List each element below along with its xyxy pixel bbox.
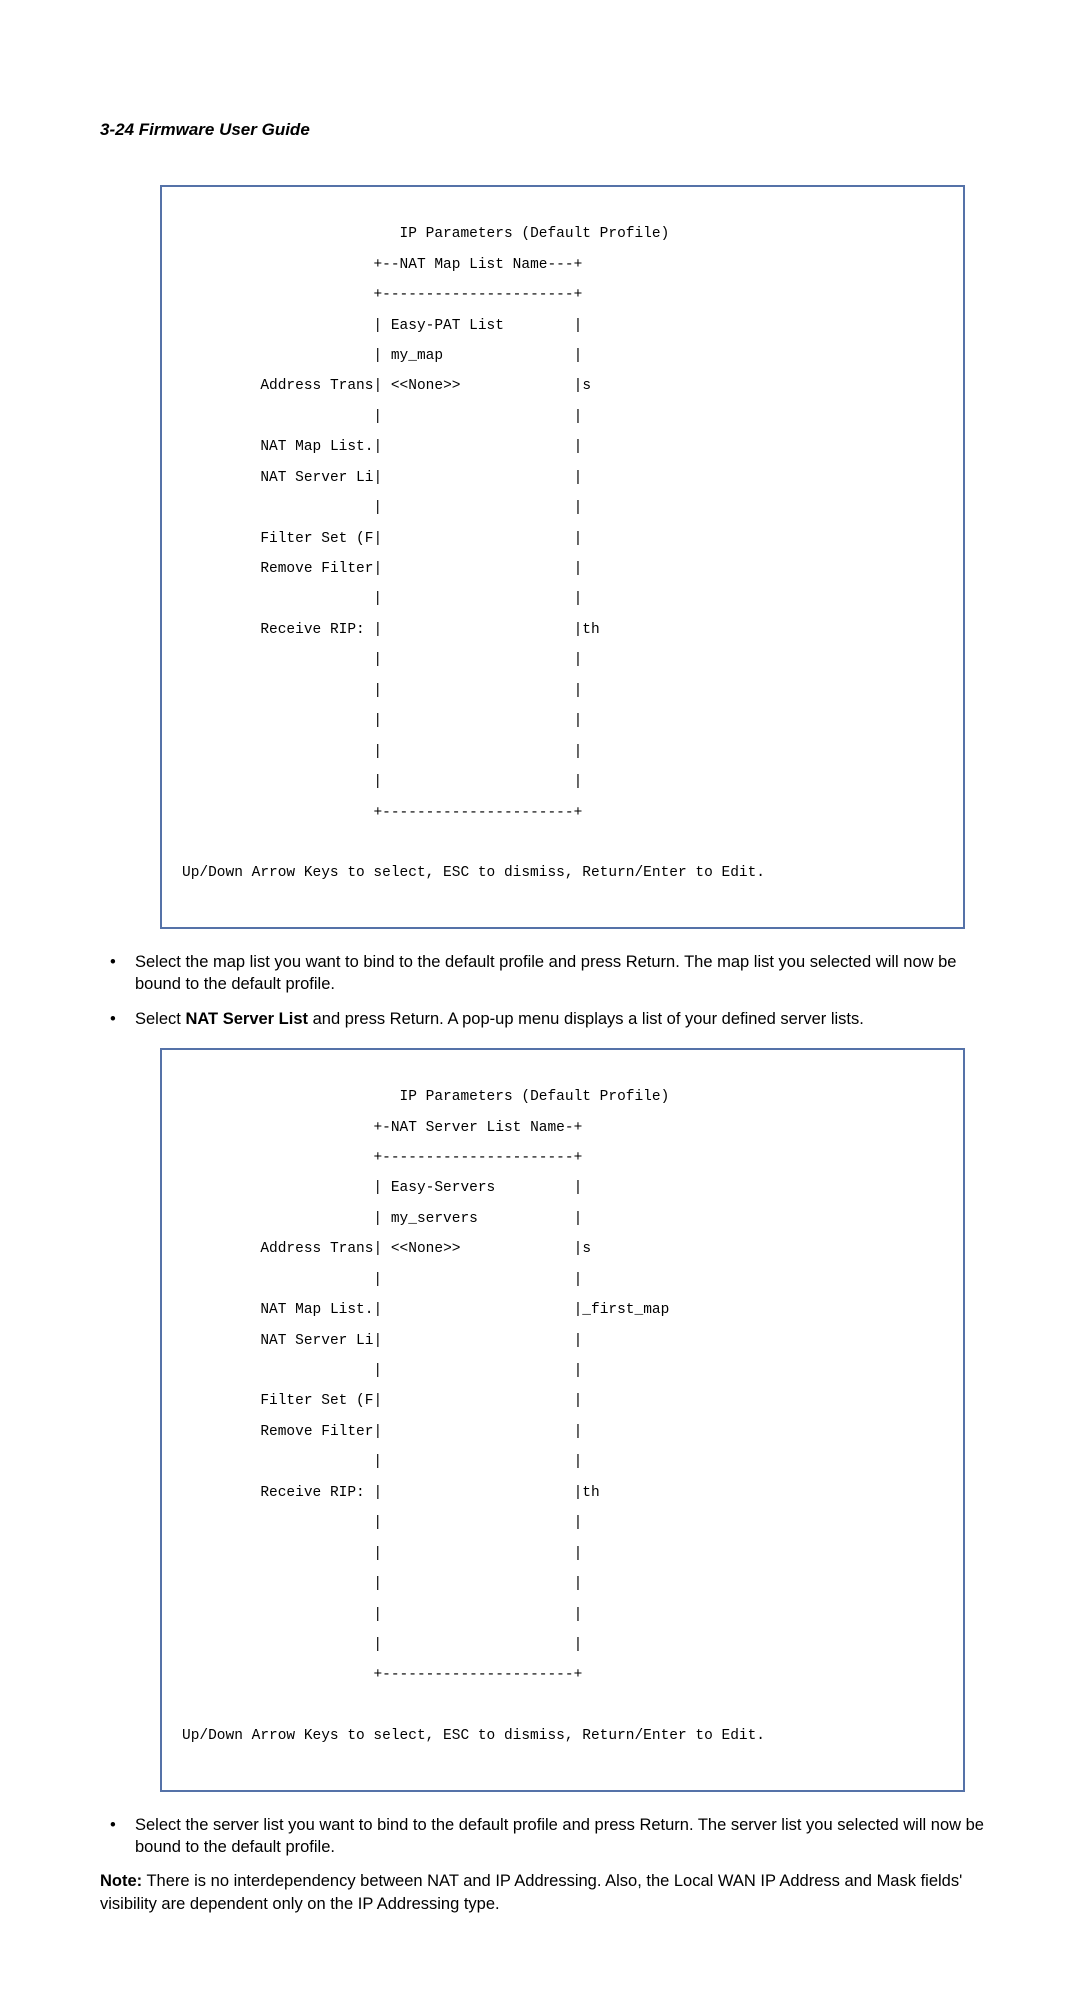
term2-row-blank4: | |	[182, 1516, 948, 1531]
terminal-screenshot-2: IP Parameters (Default Profile) +-NAT Se…	[160, 1048, 965, 1792]
term2-row-blank2: | |	[182, 1364, 948, 1379]
term1-left-server: NAT Server Li	[260, 470, 373, 486]
term2-right-s: s	[582, 1241, 591, 1257]
term1-row-item1: | Easy-PAT List |	[182, 319, 948, 334]
term1-left-address: Address Trans	[260, 378, 373, 394]
term1-left-remove: Remove Filter	[260, 561, 373, 577]
bullet-list-1: Select the map list you want to bind to …	[100, 951, 985, 1030]
term1-title: IP Parameters (Default Profile)	[400, 226, 670, 242]
term2-left-server: NAT Server Li	[260, 1333, 373, 1349]
page-title: Firmware User Guide	[139, 120, 310, 139]
term2-help-line: Up/Down Arrow Keys to select, ESC to dis…	[182, 1729, 948, 1744]
page: 3-24 Firmware User Guide IP Parameters (…	[0, 0, 1080, 2005]
term2-row-item1: | Easy-Servers |	[182, 1181, 948, 1196]
term2-left-rip: Receive RIP:	[260, 1485, 364, 1501]
term1-row-blank3: | |	[182, 592, 948, 607]
term1-row-blank6: | |	[182, 714, 948, 729]
bullet-1b-bold: NAT Server List	[185, 1010, 308, 1028]
bullet-2a-text: Select the server list you want to bind …	[135, 1816, 984, 1856]
term2-row-blank7: | |	[182, 1608, 948, 1623]
term1-bottom-border: +----------------------+	[373, 805, 582, 821]
term2-help: Up/Down Arrow Keys to select, ESC to dis…	[182, 1728, 765, 1744]
bullet-1b: Select NAT Server List and press Return.…	[100, 1008, 985, 1030]
term1-right-s: s	[582, 378, 591, 394]
term1-row-blank5: | |	[182, 684, 948, 699]
term2-left-map: NAT Map List.	[260, 1302, 373, 1318]
term2-row-item2: | my_servers |	[182, 1212, 948, 1227]
terminal-screenshot-1: IP Parameters (Default Profile) +--NAT M…	[160, 185, 965, 929]
term1-left-filter: Filter Set (F	[260, 531, 373, 547]
term2-right-th: th	[582, 1485, 599, 1501]
page-ref: 3-24	[100, 120, 134, 139]
term2-popup-title: +-NAT Server List Name-+	[373, 1120, 582, 1136]
term1-help-line: Up/Down Arrow Keys to select, ESC to dis…	[182, 866, 948, 881]
bullet-2a: Select the server list you want to bind …	[100, 1814, 985, 1859]
term1-help: Up/Down Arrow Keys to select, ESC to dis…	[182, 865, 765, 881]
term2-bottom-border: +----------------------+	[373, 1667, 582, 1683]
term1-left-map: NAT Map List.	[260, 439, 373, 455]
term1-row-rip: Receive RIP: | |th	[182, 623, 948, 638]
term2-right-first: _first_map	[582, 1302, 669, 1318]
bullet-1b-post: and press Return. A pop-up menu displays…	[308, 1010, 864, 1028]
term2-left-filter: Filter Set (F	[260, 1393, 373, 1409]
term2-row-address: Address Trans| <<None>> |s	[182, 1242, 948, 1257]
term2-bottom-border-line: +----------------------+	[182, 1668, 948, 1683]
term1-bottom-border-line: +----------------------+	[182, 806, 948, 821]
term1-row-server: NAT Server Li| |	[182, 471, 948, 486]
term1-row-blank8: | |	[182, 775, 948, 790]
term2-left-address: Address Trans	[260, 1241, 373, 1257]
term2-top-border-line: +----------------------+	[182, 1151, 948, 1166]
term1-row-blank7: | |	[182, 745, 948, 760]
bullet-1a: Select the map list you want to bind to …	[100, 951, 985, 996]
term1-row-address: Address Trans| <<None>> |s	[182, 379, 948, 394]
term2-row-blank1: | |	[182, 1273, 948, 1288]
term2-row-blank9	[182, 1699, 948, 1714]
term1-top-border: +----------------------+	[373, 287, 582, 303]
note-text: There is no interdependency between NAT …	[100, 1872, 962, 1912]
term2-title: IP Parameters (Default Profile)	[400, 1089, 670, 1105]
term1-row-item2: | my_map |	[182, 349, 948, 364]
term1-top-border-line: +----------------------+	[182, 288, 948, 303]
term2-row-rip: Receive RIP: | |th	[182, 1486, 948, 1501]
bullet-list-2: Select the server list you want to bind …	[100, 1814, 985, 1859]
term1-row-blank2: | |	[182, 501, 948, 516]
note-paragraph: Note: There is no interdependency betwee…	[100, 1870, 985, 1915]
term1-item3: <<None>>	[391, 378, 461, 394]
term1-row-remove: Remove Filter| |	[182, 562, 948, 577]
term2-row-remove: Remove Filter| |	[182, 1425, 948, 1440]
term1-item2: my_map	[391, 348, 443, 364]
term1-popup-title: +--NAT Map List Name---+	[373, 257, 582, 273]
term2-popup-title-line: +-NAT Server List Name-+	[182, 1121, 948, 1136]
term2-row-blank3: | |	[182, 1455, 948, 1470]
term1-row-blank1: | |	[182, 410, 948, 425]
term1-title-line: IP Parameters (Default Profile)	[182, 227, 948, 242]
term2-item1: Easy-Servers	[391, 1180, 495, 1196]
term2-row-blank5: | |	[182, 1547, 948, 1562]
term1-row-map: NAT Map List.| |	[182, 440, 948, 455]
bullet-1b-pre: Select	[135, 1010, 185, 1028]
term1-popup-title-line: +--NAT Map List Name---+	[182, 258, 948, 273]
term2-row-map: NAT Map List.| |_first_map	[182, 1303, 948, 1318]
term2-row-blank6: | |	[182, 1577, 948, 1592]
term2-item3: <<None>>	[391, 1241, 461, 1257]
term1-row-blank4: | |	[182, 653, 948, 668]
bullet-1a-text: Select the map list you want to bind to …	[135, 953, 956, 993]
note-label: Note:	[100, 1872, 142, 1890]
term1-right-th: th	[582, 622, 599, 638]
term1-row-filter: Filter Set (F| |	[182, 532, 948, 547]
term2-left-remove: Remove Filter	[260, 1424, 373, 1440]
term2-title-line: IP Parameters (Default Profile)	[182, 1090, 948, 1105]
term2-top-border: +----------------------+	[373, 1150, 582, 1166]
term1-left-rip: Receive RIP:	[260, 622, 364, 638]
page-header: 3-24 Firmware User Guide	[100, 120, 985, 140]
term2-item2: my_servers	[391, 1211, 478, 1227]
term1-item1: Easy-PAT List	[391, 318, 504, 334]
term2-row-server: NAT Server Li| |	[182, 1334, 948, 1349]
term2-row-blank8: | |	[182, 1638, 948, 1653]
term1-row-blank9	[182, 836, 948, 851]
